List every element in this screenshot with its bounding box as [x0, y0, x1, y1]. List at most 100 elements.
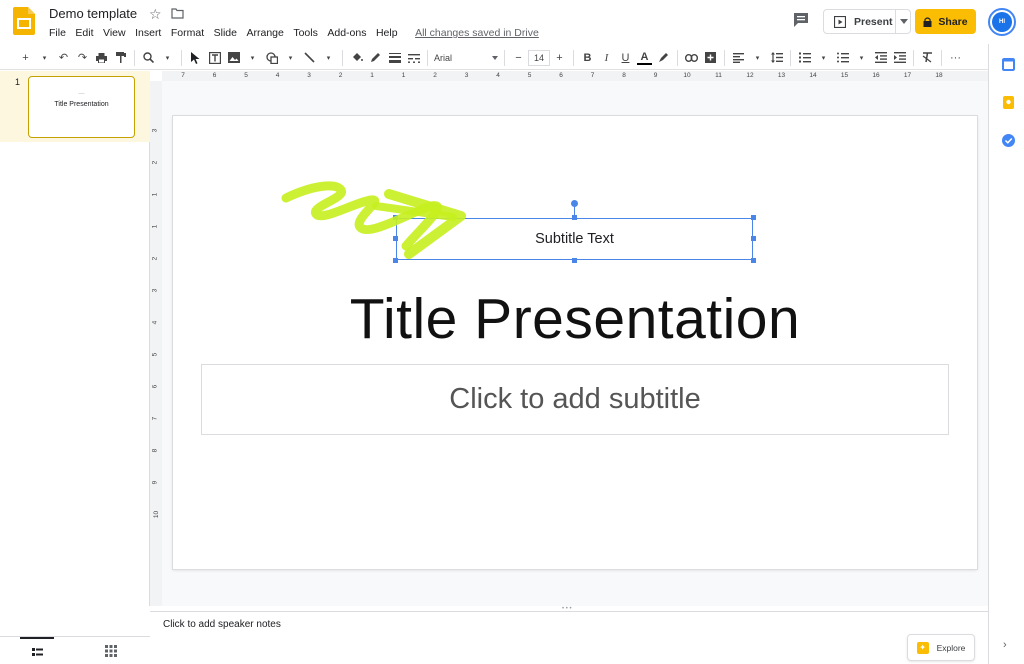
line-icon[interactable]	[302, 48, 317, 68]
ruler-v-label: 10	[153, 510, 161, 519]
menu-slide[interactable]: Slide	[214, 27, 237, 39]
toolbar-divider	[427, 49, 428, 66]
resize-handle-top-right[interactable]	[751, 215, 756, 220]
fill-color-icon[interactable]	[349, 48, 364, 68]
side-panel: ›	[988, 44, 1024, 664]
ruler-v-label: 4	[151, 320, 159, 325]
horizontal-ruler[interactable]: 7 6 5 4 3 2 1 1 2 3 4 5 6 7 8 9 10 11 12 13 14 15 16 17 18	[162, 71, 988, 81]
move-to-folder-icon[interactable]	[171, 8, 184, 19]
font-size-input[interactable]: 14	[528, 49, 550, 66]
decrease-font-size-button[interactable]: −	[511, 48, 526, 68]
shape-icon[interactable]	[264, 48, 279, 68]
expand-side-panel-chevron-right-icon[interactable]: ›	[1003, 639, 1007, 651]
saved-status[interactable]: All changes saved in Drive	[415, 27, 539, 39]
slides-logo-icon[interactable]	[13, 7, 35, 35]
new-slide-chevron-down-icon[interactable]: ▾	[37, 48, 52, 68]
star-icon[interactable]: ☆	[149, 6, 162, 23]
menu-file[interactable]: File	[49, 27, 66, 39]
paint-format-icon[interactable]	[113, 48, 128, 68]
rotation-handle[interactable]	[571, 200, 578, 207]
text-box-icon[interactable]	[207, 48, 222, 68]
resize-handle-top-left[interactable]	[393, 215, 398, 220]
redo-icon[interactable]: ↷	[75, 48, 90, 68]
align-icon[interactable]	[731, 48, 746, 68]
document-title[interactable]: Demo template	[49, 6, 137, 21]
resize-handle-bottom-right[interactable]	[751, 258, 756, 263]
bulleted-list-chevron-down-icon[interactable]: ▾	[854, 48, 869, 68]
slide-title[interactable]: Title Presentation	[173, 286, 977, 352]
keep-notes-icon[interactable]	[1002, 96, 1015, 109]
bold-button[interactable]: B	[580, 48, 595, 68]
resize-handle-left[interactable]	[393, 236, 398, 241]
underline-button[interactable]: U	[618, 48, 633, 68]
tasks-icon[interactable]	[1002, 134, 1015, 147]
shape-chevron-down-icon[interactable]: ▾	[283, 48, 298, 68]
menu-help[interactable]: Help	[376, 27, 398, 39]
resize-handle-right[interactable]	[751, 236, 756, 241]
decrease-indent-icon[interactable]	[873, 48, 888, 68]
clear-formatting-icon[interactable]	[920, 48, 935, 68]
speaker-notes-panel[interactable]: Click to add speaker notes ✦ Explore	[150, 611, 988, 664]
undo-icon[interactable]: ↶	[56, 48, 71, 68]
insert-link-icon[interactable]	[684, 48, 699, 68]
ruler-h-label: 11	[715, 72, 722, 79]
numbered-list-icon[interactable]	[797, 48, 812, 68]
increase-font-size-button[interactable]: +	[552, 48, 567, 68]
menu-add-ons[interactable]: Add-ons	[327, 27, 366, 39]
italic-button[interactable]: I	[599, 48, 614, 68]
menu-format[interactable]: Format	[171, 27, 204, 39]
border-weight-icon[interactable]	[387, 48, 402, 68]
menu-edit[interactable]: Edit	[75, 27, 93, 39]
title-bar: Demo template ☆ File Edit View Insert Fo…	[0, 0, 1024, 44]
resize-handle-bottom-left[interactable]	[393, 258, 398, 263]
explore-button[interactable]: ✦ Explore	[907, 634, 975, 661]
account-avatar[interactable]: HI	[988, 8, 1016, 36]
subtitle-text[interactable]: Subtitle Text	[535, 231, 614, 247]
border-dash-icon[interactable]	[406, 48, 421, 68]
ruler-h-label: 14	[809, 72, 817, 79]
present-button[interactable]: Present	[823, 9, 911, 34]
slide-thumbnail[interactable]: —— Title Presentation	[28, 76, 135, 138]
present-options-chevron-down-icon[interactable]	[900, 19, 908, 24]
resize-handle-bottom[interactable]	[572, 258, 577, 263]
calendar-icon[interactable]	[1002, 58, 1015, 71]
menu-tools[interactable]: Tools	[293, 27, 318, 39]
new-slide-plus-icon[interactable]: +	[18, 48, 33, 68]
text-color-button[interactable]: A	[637, 51, 652, 65]
comments-icon[interactable]	[792, 12, 810, 28]
numbered-list-chevron-down-icon[interactable]: ▾	[816, 48, 831, 68]
subtitle-text-box-selected[interactable]: Subtitle Text	[393, 215, 756, 263]
align-chevron-down-icon[interactable]: ▾	[750, 48, 765, 68]
print-icon[interactable]	[94, 48, 109, 68]
increase-indent-icon[interactable]	[892, 48, 907, 68]
font-select[interactable]: Arial	[434, 48, 498, 68]
share-button[interactable]: Share	[915, 9, 976, 34]
speaker-notes-placeholder[interactable]: Click to add speaker notes	[163, 619, 281, 630]
line-chevron-down-icon[interactable]: ▾	[321, 48, 336, 68]
share-label: Share	[938, 15, 968, 28]
slide[interactable]: Subtitle Text Title Presentation Click t…	[173, 116, 977, 569]
subtitle-placeholder[interactable]: Click to add subtitle	[201, 364, 949, 435]
filmstrip-view-button[interactable]	[20, 637, 54, 664]
bulleted-list-icon[interactable]	[835, 48, 850, 68]
more-options-button[interactable]: ···	[948, 48, 963, 68]
select-cursor-icon[interactable]	[188, 48, 203, 68]
line-spacing-icon[interactable]	[769, 48, 784, 68]
menu-insert[interactable]: Insert	[135, 27, 161, 39]
menu-view[interactable]: View	[103, 27, 126, 39]
ruler-v-label: 1	[151, 192, 159, 197]
image-chevron-down-icon[interactable]: ▾	[245, 48, 260, 68]
ruler-v-label: 3	[151, 128, 159, 133]
slide-canvas[interactable]: Subtitle Text Title Presentation Click t…	[162, 81, 988, 606]
menu-arrange[interactable]: Arrange	[246, 27, 283, 39]
grid-view-icon[interactable]	[105, 645, 117, 657]
insert-image-icon[interactable]	[226, 48, 241, 68]
highlight-color-icon[interactable]	[656, 48, 671, 68]
vertical-ruler[interactable]: 3 2 1 1 2 3 4 5 6 7 8 9 10	[150, 81, 162, 606]
add-comment-icon[interactable]	[703, 48, 718, 68]
border-color-icon[interactable]	[368, 48, 383, 68]
resize-handle-top[interactable]	[572, 215, 577, 220]
zoom-chevron-down-icon[interactable]: ▾	[160, 48, 175, 68]
ruler-h-label: 1	[401, 72, 406, 79]
zoom-icon[interactable]	[141, 48, 156, 68]
